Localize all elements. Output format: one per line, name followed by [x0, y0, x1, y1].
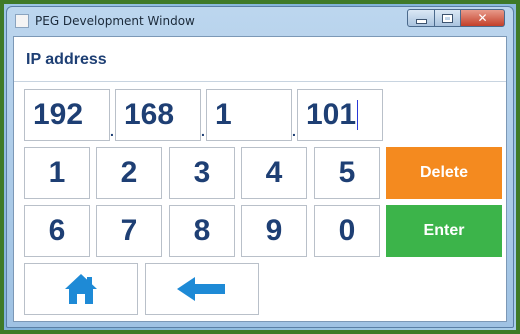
ip-octet-1-value: 192 [33, 98, 84, 131]
ip-octet-4-field[interactable]: 101 [297, 89, 383, 141]
text-cursor [357, 100, 359, 130]
key-9[interactable]: 9 [241, 205, 307, 257]
ip-octet-2-field[interactable]: 168 [115, 89, 201, 141]
ip-octet-4-value: 101 [306, 98, 357, 131]
window-title: PEG Development Window [35, 14, 195, 28]
ip-separator-3: . [292, 123, 296, 139]
home-button[interactable] [24, 263, 138, 315]
enter-button[interactable]: Enter [386, 205, 502, 257]
key-8[interactable]: 8 [169, 205, 235, 257]
key-0[interactable]: 0 [314, 205, 380, 257]
maximize-button[interactable] [435, 9, 461, 27]
header-divider [14, 81, 506, 82]
page-title: IP address [26, 51, 107, 68]
peg-window: PEG Development Window ✕ IP address 192 … [6, 6, 514, 328]
ip-octet-2-value: 168 [124, 98, 175, 131]
ip-separator-2: . [201, 123, 205, 139]
key-6[interactable]: 6 [24, 205, 90, 257]
key-3[interactable]: 3 [169, 147, 235, 199]
back-arrow-icon [177, 277, 225, 301]
back-button[interactable] [145, 263, 259, 315]
minimize-button[interactable] [407, 9, 435, 27]
client-area: IP address 192 . 168 . 1 . 101 1 2 3 4 5… [13, 36, 507, 322]
app-icon [15, 14, 29, 28]
key-5[interactable]: 5 [314, 147, 380, 199]
home-icon [65, 274, 97, 304]
key-7[interactable]: 7 [96, 205, 162, 257]
delete-button[interactable]: Delete [386, 147, 502, 199]
minimize-icon [415, 18, 427, 24]
title-bar[interactable]: PEG Development Window ✕ [7, 7, 513, 35]
ip-octet-3-value: 1 [215, 98, 232, 131]
ip-octet-1-field[interactable]: 192 [24, 89, 110, 141]
ip-octet-3-field[interactable]: 1 [206, 89, 292, 141]
key-2[interactable]: 2 [96, 147, 162, 199]
key-4[interactable]: 4 [241, 147, 307, 199]
key-1[interactable]: 1 [24, 147, 90, 199]
window-controls: ✕ [407, 9, 505, 27]
maximize-icon [442, 13, 453, 23]
close-icon: ✕ [477, 11, 488, 25]
close-button[interactable]: ✕ [461, 9, 505, 27]
ip-separator-1: . [110, 123, 114, 139]
